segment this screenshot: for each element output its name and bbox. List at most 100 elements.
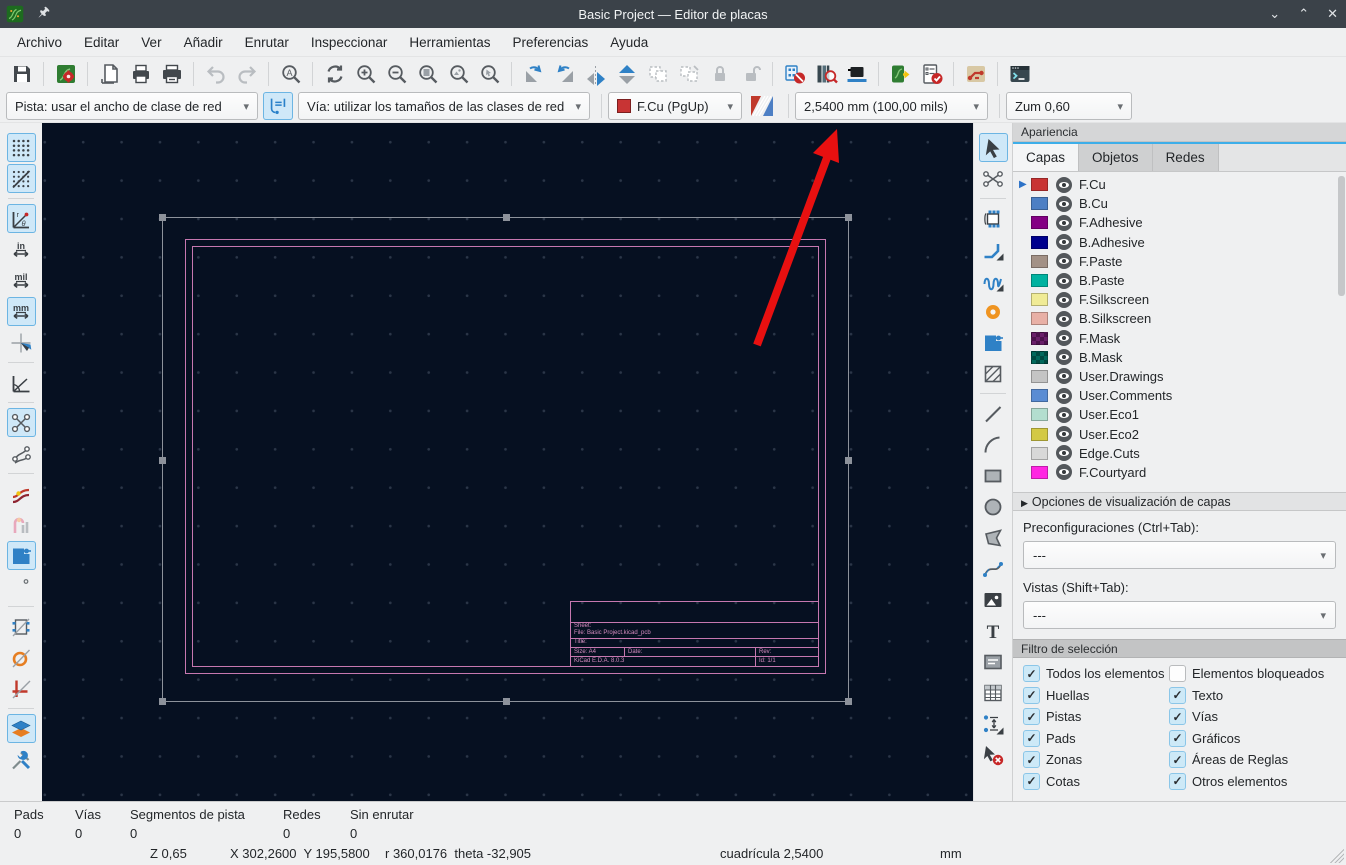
presets-select[interactable]: ---▾ [1023, 541, 1336, 569]
visibility-eye-icon[interactable] [1056, 368, 1072, 384]
polar-coordinates-button[interactable]: rθ [7, 204, 36, 233]
layers-scrollbar[interactable] [1338, 176, 1345, 296]
units-mils-button[interactable]: mil [7, 266, 36, 295]
layer-color-swatch[interactable] [1031, 428, 1048, 441]
board-setup-button[interactable] [51, 59, 80, 88]
draw-bezier-button[interactable] [979, 554, 1008, 583]
run-drc-button[interactable] [917, 59, 946, 88]
highlight-nets-button[interactable] [7, 479, 36, 508]
layer-color-swatch[interactable] [1031, 332, 1048, 345]
net-names-button[interactable] [7, 510, 36, 539]
layer-color-swatch[interactable] [1031, 466, 1048, 479]
layer-display-options[interactable]: ▶Opciones de visualización de capas [1013, 492, 1346, 511]
add-zone-button[interactable] [979, 328, 1008, 357]
add-table-button[interactable] [979, 678, 1008, 707]
rotate-cw-button[interactable] [550, 59, 579, 88]
maximize-button[interactable]: ⌃ [1298, 6, 1309, 22]
draw-rectangle-button[interactable] [979, 461, 1008, 490]
draw-polygon-button[interactable] [979, 523, 1008, 552]
grid-dots-button[interactable] [7, 133, 36, 162]
menu-ayuda[interactable]: Ayuda [599, 30, 659, 55]
zone-outline-button[interactable] [7, 572, 36, 601]
zoom-fit-button[interactable] [413, 59, 442, 88]
add-via-button[interactable] [979, 297, 1008, 326]
add-dimension-button[interactable] [979, 709, 1008, 738]
menu-preferencias[interactable]: Preferencias [501, 30, 599, 55]
route-tracks-button[interactable] [979, 235, 1008, 264]
checkbox-icon[interactable]: ✓ [1023, 687, 1040, 704]
filter-huellas[interactable]: ✓Huellas [1023, 687, 1169, 704]
undo-button[interactable] [201, 59, 230, 88]
rotate-ccw-button[interactable] [519, 59, 548, 88]
add-footprint-button[interactable] [979, 204, 1008, 233]
track-posture-button[interactable] [263, 92, 293, 120]
menu-herramientas[interactable]: Herramientas [398, 30, 501, 55]
filter-v-as[interactable]: ✓Vías [1169, 708, 1342, 725]
layer-row-user-eco1[interactable]: User.Eco1 [1013, 405, 1346, 424]
layer-row-user-drawings[interactable]: User.Drawings [1013, 367, 1346, 386]
resize-grip[interactable] [1330, 849, 1344, 863]
high-contrast-button[interactable] [7, 714, 36, 743]
filter-gr-ficos[interactable]: ✓Gráficos [1169, 730, 1342, 747]
add-textbox-button[interactable] [979, 647, 1008, 676]
filter-texto[interactable]: ✓Texto [1169, 687, 1342, 704]
router-button[interactable] [961, 59, 990, 88]
checkbox-icon[interactable]: ✓ [1169, 730, 1186, 747]
minimize-button[interactable]: ⌄ [1269, 6, 1280, 22]
layer-color-swatch[interactable] [1031, 408, 1048, 421]
visibility-eye-icon[interactable] [1056, 407, 1072, 423]
filter-pads[interactable]: ✓Pads [1023, 730, 1169, 747]
delete-tool-button[interactable] [979, 740, 1008, 769]
visibility-eye-icon[interactable] [1056, 196, 1072, 212]
tools-button[interactable] [7, 745, 36, 774]
footprint-editor-button[interactable] [842, 59, 871, 88]
layer-row-f-cu[interactable]: ▶F.Cu [1013, 175, 1346, 194]
checkbox-icon[interactable]: ✓ [1023, 773, 1040, 790]
menu-editar[interactable]: Editar [73, 30, 130, 55]
layer-row-b-silkscreen[interactable]: B.Silkscreen [1013, 309, 1346, 328]
layer-row-edge-cuts[interactable]: Edge.Cuts [1013, 444, 1346, 463]
menu-ver[interactable]: Ver [130, 30, 172, 55]
page-settings-button[interactable] [95, 59, 124, 88]
layer-color-swatch[interactable] [1031, 370, 1048, 383]
checkbox-icon[interactable]: ✓ [1023, 751, 1040, 768]
menu-archivo[interactable]: Archivo [6, 30, 73, 55]
select-arrow-button[interactable] [979, 133, 1008, 162]
update-pcb-from-schematic-button[interactable] [780, 59, 809, 88]
checkbox-icon[interactable]: ✓ [1169, 665, 1186, 682]
checkbox-icon[interactable]: ✓ [1169, 773, 1186, 790]
checkbox-icon[interactable]: ✓ [1169, 751, 1186, 768]
menu-enrutar[interactable]: Enrutar [234, 30, 300, 55]
track-sketch-button[interactable] [7, 674, 36, 703]
tab-capas[interactable]: Capas [1013, 144, 1079, 171]
layer-row-f-paste[interactable]: F.Paste [1013, 252, 1346, 271]
visibility-eye-icon[interactable] [1056, 292, 1072, 308]
visibility-eye-icon[interactable] [1056, 273, 1072, 289]
filter-elementos-bloqueados[interactable]: ✓Elementos bloqueados [1169, 665, 1342, 682]
checkbox-icon[interactable]: ✓ [1169, 687, 1186, 704]
add-rule-area-button[interactable] [979, 359, 1008, 388]
layer-row-user-eco2[interactable]: User.Eco2 [1013, 424, 1346, 443]
local-ratsnest-button[interactable] [979, 164, 1008, 193]
visibility-eye-icon[interactable] [1056, 234, 1072, 250]
close-button[interactable]: ✕ [1327, 6, 1338, 22]
layer-row-b-cu[interactable]: B.Cu [1013, 194, 1346, 213]
checkbox-icon[interactable]: ✓ [1023, 708, 1040, 725]
update-footprints-button[interactable] [886, 59, 915, 88]
layer-row-b-mask[interactable]: B.Mask [1013, 348, 1346, 367]
layer-row-f-mask[interactable]: F.Mask [1013, 329, 1346, 348]
filter-zonas[interactable]: ✓Zonas [1023, 751, 1169, 768]
filter-todos-los-elementos[interactable]: ✓Todos los elementos [1023, 665, 1169, 682]
visibility-eye-icon[interactable] [1056, 445, 1072, 461]
scripting-console-button[interactable] [1005, 59, 1034, 88]
find-button[interactable]: A [276, 59, 305, 88]
show-ratsnest-button[interactable] [7, 408, 36, 437]
free-angle-button[interactable] [7, 368, 36, 397]
unlock-button[interactable] [736, 59, 765, 88]
active-layer-select[interactable]: F.Cu (PgUp)▾ [608, 92, 742, 120]
layer-color-swatch[interactable] [1031, 178, 1048, 191]
layer-color-swatch[interactable] [1031, 447, 1048, 460]
layer-color-swatch[interactable] [1031, 293, 1048, 306]
zoom-in-button[interactable] [351, 59, 380, 88]
layer-color-swatch[interactable] [1031, 312, 1048, 325]
